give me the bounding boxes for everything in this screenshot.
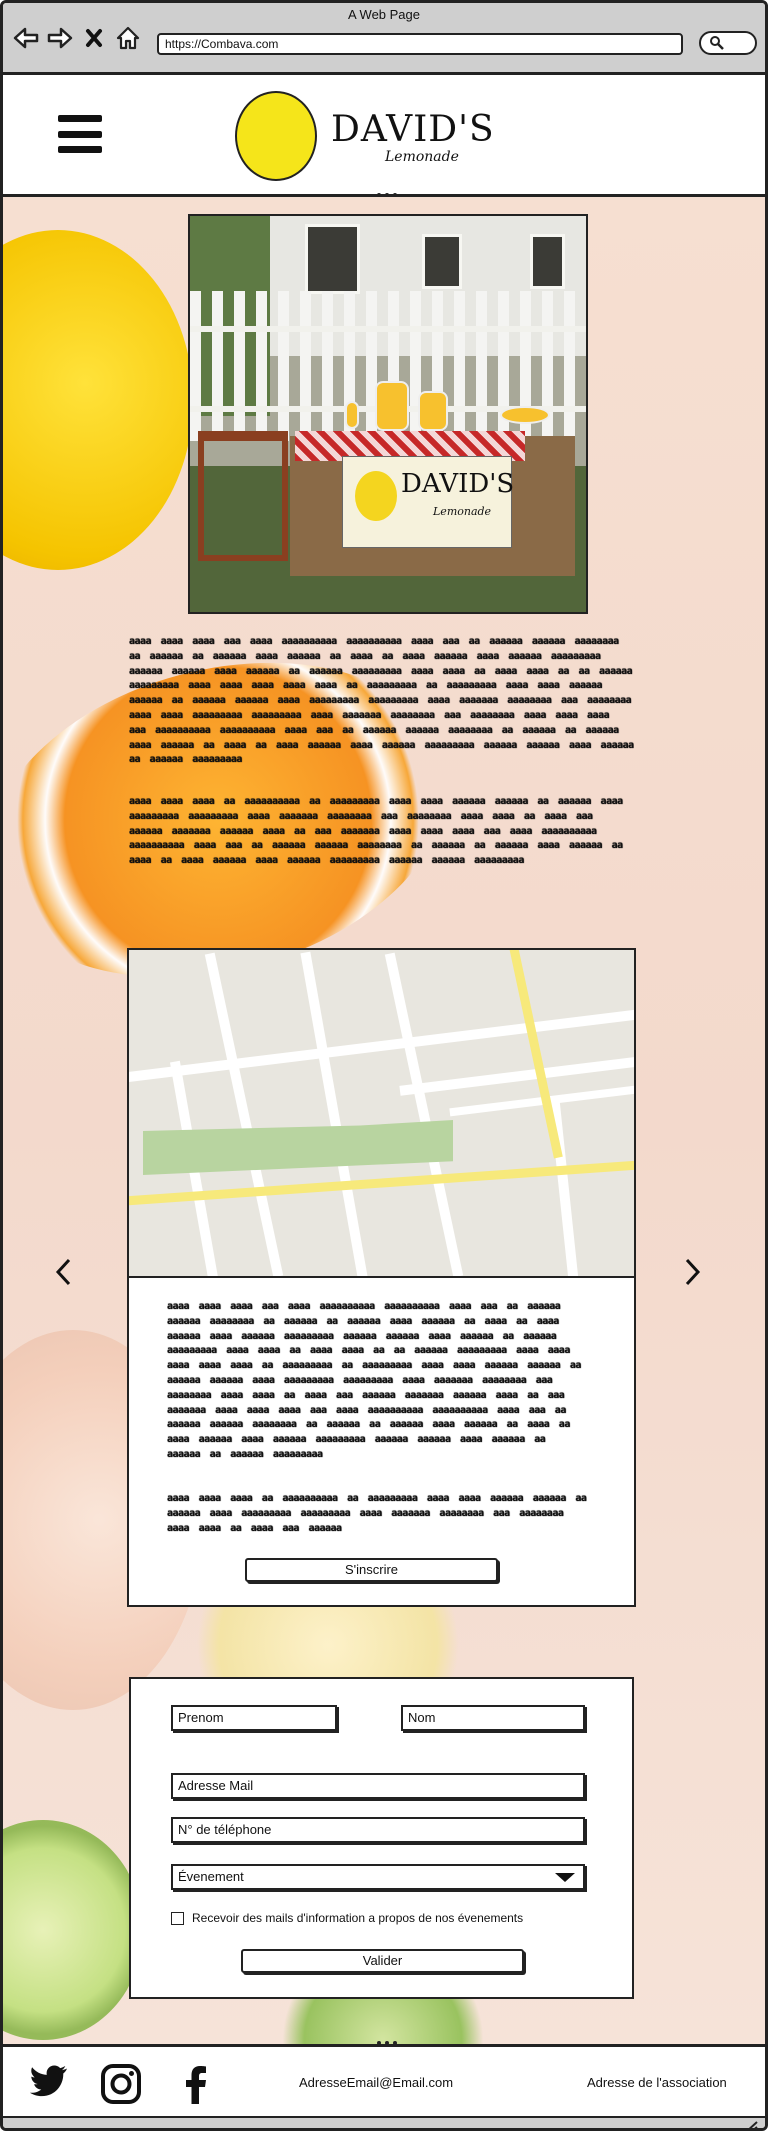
resize-icon[interactable] [743, 2119, 759, 2131]
intro-paragraph: aaaa aaaa aaaa aa aaaaaaaaaa aa aaaaaaaa… [129, 796, 623, 867]
sign-text: DAVID'S [401, 469, 515, 499]
event-select-value: Évenement [178, 1869, 244, 1884]
house-window [305, 224, 360, 294]
menu-icon[interactable] [58, 115, 102, 153]
carousel-next-button[interactable] [679, 1257, 705, 1293]
newsletter-option: Recevoir des mails d'information a propo… [171, 1911, 523, 1925]
resize-handle [377, 193, 397, 197]
lemonade-jar [418, 391, 448, 431]
logo-text: DAVID'S [331, 109, 495, 150]
resize-handle [377, 2041, 397, 2045]
forward-icon[interactable] [47, 25, 73, 51]
sign-subtext: Lemonade [433, 505, 492, 518]
footer-email[interactable]: AdresseEmail@Email.com [299, 2075, 453, 2090]
event-paragraph: aaaa aaaa aaaa aaa aaaa aaaaaaaaaa aaaaa… [167, 1301, 581, 1460]
map-main-road [508, 950, 563, 1159]
event-paragraph: aaaa aaaa aaaa aa aaaaaaaaaa aa aaaaaaaa… [167, 1493, 587, 1534]
dropdown-icon [555, 1873, 575, 1882]
lastname-field[interactable]: Nom [401, 1705, 585, 1731]
rocking-chair [198, 431, 288, 561]
lime-background-image [3, 1820, 143, 2040]
event-map[interactable] [129, 950, 634, 1278]
window-title: A Web Page [347, 7, 421, 22]
fence-rail [190, 326, 586, 332]
event-description: aaaa aaaa aaaa aaa aaaa aaaaaaaaaa aaaaa… [167, 1300, 587, 1536]
logo-subtext: Lemonade [385, 149, 459, 165]
site-header: DAVID'S Lemonade [3, 75, 765, 197]
home-icon[interactable] [115, 25, 141, 51]
phone-field[interactable]: N° de téléphone [171, 1817, 585, 1843]
house-window [530, 234, 565, 289]
intro-paragraph: aaaa aaaa aaaa aaa aaaa aaaaaaaaaa aaaaa… [129, 636, 634, 766]
intro-text: aaaa aaaa aaaa aaa aaaa aaaaaaaaaa aaaaa… [129, 635, 634, 783]
register-button[interactable]: S'inscrire [245, 1558, 498, 1582]
house-window [422, 234, 462, 289]
browser-nav [13, 25, 141, 51]
email-field[interactable]: Adresse Mail [171, 1773, 585, 1799]
address-bar[interactable]: https://Combava.com [157, 33, 683, 55]
site-footer: AdresseEmail@Email.com Adresse de l'asso… [3, 2041, 765, 2116]
firstname-field[interactable]: Prenom [171, 1705, 337, 1731]
lemon-bowl [500, 406, 550, 424]
browser-toolbar: A Web Page https://Combava.com [3, 3, 765, 75]
lemon-logo-icon [235, 91, 317, 181]
map-road [204, 952, 284, 1276]
search-icon [710, 36, 724, 50]
site-logo[interactable]: DAVID'S Lemonade [235, 91, 494, 191]
stand-sign: DAVID'S Lemonade [342, 456, 515, 548]
submit-button[interactable]: Valider [241, 1949, 524, 1973]
event-select[interactable]: Évenement [171, 1864, 585, 1890]
footer-address: Adresse de l'association [587, 2075, 727, 2090]
newsletter-label: Recevoir des mails d'information a propo… [192, 1911, 524, 1925]
lemonade-glass [345, 401, 359, 429]
intro-text-2: aaaa aaaa aaaa aa aaaaaaaaaa aa aaaaaaaa… [129, 795, 634, 885]
registration-form: Prenom Nom Adresse Mail N° de téléphone … [129, 1677, 634, 1999]
twitter-icon[interactable] [27, 2062, 71, 2106]
browser-window: A Web Page https://Combava.com DAVID'S L… [0, 0, 768, 2131]
event-card: aaaa aaaa aaaa aaa aaaa aaaaaaaaaa aaaaa… [127, 948, 636, 1607]
instagram-icon[interactable] [99, 2062, 143, 2106]
newsletter-checkbox[interactable] [171, 1911, 184, 1925]
map-road [300, 951, 368, 1276]
back-icon[interactable] [13, 25, 39, 51]
carousel-prev-button[interactable] [51, 1257, 77, 1293]
lemonade-stand-photo: DAVID'S Lemonade [188, 214, 588, 614]
lemon-background-image [3, 230, 193, 570]
sign-lemon-icon [355, 471, 397, 521]
browser-status-bar [3, 2116, 765, 2131]
stop-icon[interactable] [81, 25, 107, 51]
next-arrow-icon [685, 1258, 701, 1286]
prev-arrow-icon [55, 1258, 71, 1286]
facebook-icon[interactable] [175, 2062, 219, 2106]
lemonade-jar [375, 381, 409, 431]
browser-search[interactable] [699, 31, 757, 55]
